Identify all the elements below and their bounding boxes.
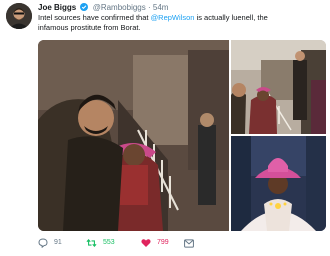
heart-icon: [141, 238, 151, 248]
retweet-icon: [86, 238, 97, 248]
reply-count: 91: [54, 239, 62, 246]
tweet-text: Intel sources have confirmed that @RepWi…: [38, 13, 324, 33]
like-button[interactable]: 799: [141, 236, 169, 250]
avatar[interactable]: [6, 3, 32, 29]
reply-button[interactable]: 91: [38, 236, 62, 250]
header-separator: ·: [147, 3, 151, 12]
tweet-text-part-1: Intel sources have confirmed that: [38, 13, 151, 22]
like-count: 799: [157, 239, 169, 246]
tweet-card[interactable]: Joe Biggs @Rambobiggs · 54m Intel source…: [0, 0, 330, 256]
retweet-button[interactable]: 553: [86, 236, 115, 250]
media-image-top-right[interactable]: [231, 40, 326, 134]
direct-message-button[interactable]: [184, 236, 194, 250]
tweet-actions: 91 553 799: [38, 236, 326, 250]
mention-link[interactable]: @RepWilson: [151, 13, 195, 22]
verified-badge-icon: [80, 3, 89, 13]
user-handle[interactable]: @Rambobiggs: [93, 3, 146, 12]
tweet-media: [38, 40, 326, 231]
retweet-count: 553: [103, 239, 115, 246]
tweet-text-line-2: infamous prostitute from Borat.: [38, 23, 141, 32]
tweet-header: Joe Biggs @Rambobiggs · 54m: [38, 2, 328, 13]
display-name[interactable]: Joe Biggs: [38, 3, 76, 12]
tweet-text-line-1: Intel sources have confirmed that @RepWi…: [38, 13, 324, 23]
reply-icon: [38, 238, 48, 248]
tweet-timestamp[interactable]: 54m: [153, 3, 169, 12]
tweet-text-part-2: is actually luenell, the: [194, 13, 268, 22]
media-image-main[interactable]: [38, 40, 229, 231]
direct-message-icon: [184, 238, 194, 248]
media-image-bottom-right[interactable]: [231, 136, 326, 231]
